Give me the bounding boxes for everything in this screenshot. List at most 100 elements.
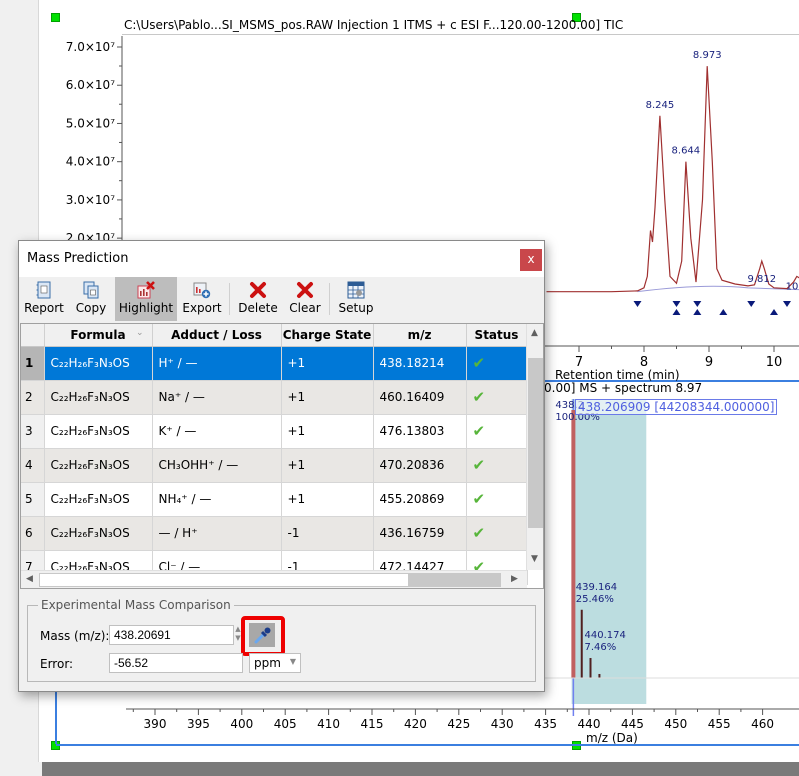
adduct-cell[interactable]: CH₃OHH⁺ / — [152, 448, 282, 483]
table-row[interactable]: 6 C₂₂H₂₆F₃N₃OS — / H⁺ -1 436.16759 ✔ [21, 516, 528, 551]
status-cell[interactable]: ✔ [466, 448, 528, 483]
charge-cell[interactable]: +1 [281, 414, 374, 449]
export-icon [193, 282, 211, 299]
formula-cell[interactable]: C₂₂H₂₆F₃N₃OS [44, 414, 153, 449]
vertical-scroll-thumb[interactable] [528, 358, 543, 528]
charge-cell[interactable]: +1 [281, 482, 374, 517]
charge-cell[interactable]: +1 [281, 380, 374, 415]
status-cell[interactable]: ✔ [466, 346, 528, 381]
formula-cell[interactable]: C₂₂H₂₆F₃N₃OS [44, 346, 153, 381]
row-number[interactable]: 6 [21, 516, 45, 551]
dialog-title: Mass Prediction [27, 251, 129, 266]
scroll-left-icon[interactable]: ◀ [26, 574, 33, 584]
column-header-adduct[interactable]: Adduct / Loss [152, 324, 282, 347]
setup-button[interactable]: Setup [333, 277, 379, 321]
column-header-formula[interactable]: Formula ⌄ [44, 324, 153, 347]
table-row[interactable]: 3 C₂₂H₂₆F₃N₃OS K⁺ / — +1 476.13803 ✔ [21, 414, 528, 449]
spectrum-peak-mz-label: 439.164 [576, 582, 617, 593]
charge-cell[interactable]: +1 [281, 448, 374, 483]
delete-button[interactable]: Delete [233, 277, 283, 321]
mz-cell[interactable]: 436.16759 [373, 516, 467, 551]
vertical-scrollbar[interactable]: ▲ ▼ [526, 324, 543, 570]
table-header-row: Formula ⌄ Adduct / Loss Charge State m/z … [21, 324, 528, 347]
mass-label: Mass (m/z): [40, 629, 110, 643]
horizontal-scrollbar[interactable] [42, 762, 799, 776]
spectrum-x-tick-label: 420 [404, 717, 427, 731]
horizontal-scroll-track [409, 573, 501, 587]
results-grid[interactable]: Formula ⌄ Adduct / Loss Charge State m/z … [20, 323, 544, 589]
error-field[interactable] [109, 653, 243, 673]
spectrum-x-tick-label: 445 [621, 717, 644, 731]
formula-cell[interactable]: C₂₂H₂₆F₃N₃OS [44, 448, 153, 483]
spectrum-x-tick-label: 410 [317, 717, 340, 731]
horizontal-scrollbar[interactable]: ◀ ▶ [21, 570, 527, 588]
column-header-mz[interactable]: m/z [373, 324, 467, 347]
column-header-status[interactable]: Status [466, 324, 528, 347]
toolbar-separator [229, 283, 230, 315]
copy-button[interactable]: Copy [69, 277, 113, 321]
mz-cell[interactable]: 470.20836 [373, 448, 467, 483]
close-button[interactable]: x [520, 249, 542, 271]
dialog-titlebar[interactable]: Mass Prediction x [19, 241, 544, 277]
mass-prediction-dialog: Mass Prediction x Report Copy Highlight … [18, 240, 545, 692]
sort-chevron-icon: ⌄ [135, 328, 144, 338]
row-number-header[interactable] [21, 324, 45, 347]
status-cell[interactable]: ✔ [466, 482, 528, 517]
formula-cell[interactable]: C₂₂H₂₆F₃N₃OS [44, 516, 153, 551]
formula-cell[interactable]: C₂₂H₂₆F₃N₃OS [44, 482, 153, 517]
dropdown-arrow-icon: ▼ [289, 657, 296, 666]
column-header-charge[interactable]: Charge State [281, 324, 374, 347]
status-ok-icon: ✔ [472, 388, 486, 406]
adduct-cell[interactable]: Na⁺ / — [152, 380, 282, 415]
adduct-cell[interactable]: H⁺ / — [152, 346, 282, 381]
spectrum-x-tick-label: 435 [534, 717, 557, 731]
clear-label: Clear [289, 301, 321, 315]
adduct-cell[interactable]: K⁺ / — [152, 414, 282, 449]
highlight-range-band[interactable] [571, 399, 647, 704]
table-row[interactable]: 2 C₂₂H₂₆F₃N₃OS Na⁺ / — +1 460.16409 ✔ [21, 380, 528, 415]
table-row[interactable]: 4 C₂₂H₂₆F₃N₃OS CH₃OHH⁺ / — +1 470.20836 ✔ [21, 448, 528, 483]
scroll-down-icon[interactable]: ▼ [531, 554, 538, 564]
adduct-cell[interactable]: — / H⁺ [152, 516, 282, 551]
group-label: Experimental Mass Comparison [38, 598, 234, 612]
export-button[interactable]: Export [179, 277, 225, 321]
horizontal-scroll-thumb[interactable] [39, 573, 409, 587]
row-number[interactable]: 5 [21, 482, 45, 517]
status-cell[interactable]: ✔ [466, 380, 528, 415]
mz-cell[interactable]: 455.20869 [373, 482, 467, 517]
status-ok-icon: ✔ [472, 422, 486, 440]
spectrum-x-tick-label: 405 [274, 717, 297, 731]
row-number[interactable]: 3 [21, 414, 45, 449]
mz-cell[interactable]: 476.13803 [373, 414, 467, 449]
clear-button[interactable]: Clear [285, 277, 325, 321]
status-cell[interactable]: ✔ [466, 414, 528, 449]
status-ok-icon: ✔ [472, 524, 486, 542]
scroll-up-icon[interactable]: ▲ [531, 328, 538, 338]
table-row[interactable]: 1 C₂₂H₂₆F₃N₃OS H⁺ / — +1 438.18214 ✔ [21, 346, 528, 381]
row-number[interactable]: 1 [21, 346, 45, 381]
error-unit-select[interactable]: ppm ▼ [249, 653, 301, 673]
report-button[interactable]: Report [21, 277, 67, 321]
formula-cell[interactable]: C₂₂H₂₆F₃N₃OS [44, 380, 153, 415]
table-row[interactable]: 5 C₂₂H₂₆F₃N₃OS NH₄⁺ / — +1 455.20869 ✔ [21, 482, 528, 517]
column-header-label: m/z [407, 327, 432, 342]
spectrum-x-tick-label: 450 [664, 717, 687, 731]
charge-cell[interactable]: -1 [281, 516, 374, 551]
mass-input[interactable] [109, 625, 234, 645]
row-number[interactable]: 2 [21, 380, 45, 415]
column-header-label: Adduct / Loss [171, 327, 262, 342]
spectrum-x-tick-label: 440 [578, 717, 601, 731]
row-number[interactable]: 4 [21, 448, 45, 483]
mz-cell[interactable]: 438.18214 [373, 346, 467, 381]
spectrum-x-tick-label: 400 [230, 717, 253, 731]
highlight-button[interactable]: Highlight [115, 277, 177, 321]
setup-label: Setup [338, 301, 374, 315]
status-cell[interactable]: ✔ [466, 516, 528, 551]
highlight-icon [137, 281, 155, 299]
spectrum-x-tick-label: 455 [708, 717, 731, 731]
setup-icon [347, 281, 365, 299]
scroll-right-icon[interactable]: ▶ [511, 574, 518, 584]
mz-cell[interactable]: 460.16409 [373, 380, 467, 415]
adduct-cell[interactable]: NH₄⁺ / — [152, 482, 282, 517]
charge-cell[interactable]: +1 [281, 346, 374, 381]
